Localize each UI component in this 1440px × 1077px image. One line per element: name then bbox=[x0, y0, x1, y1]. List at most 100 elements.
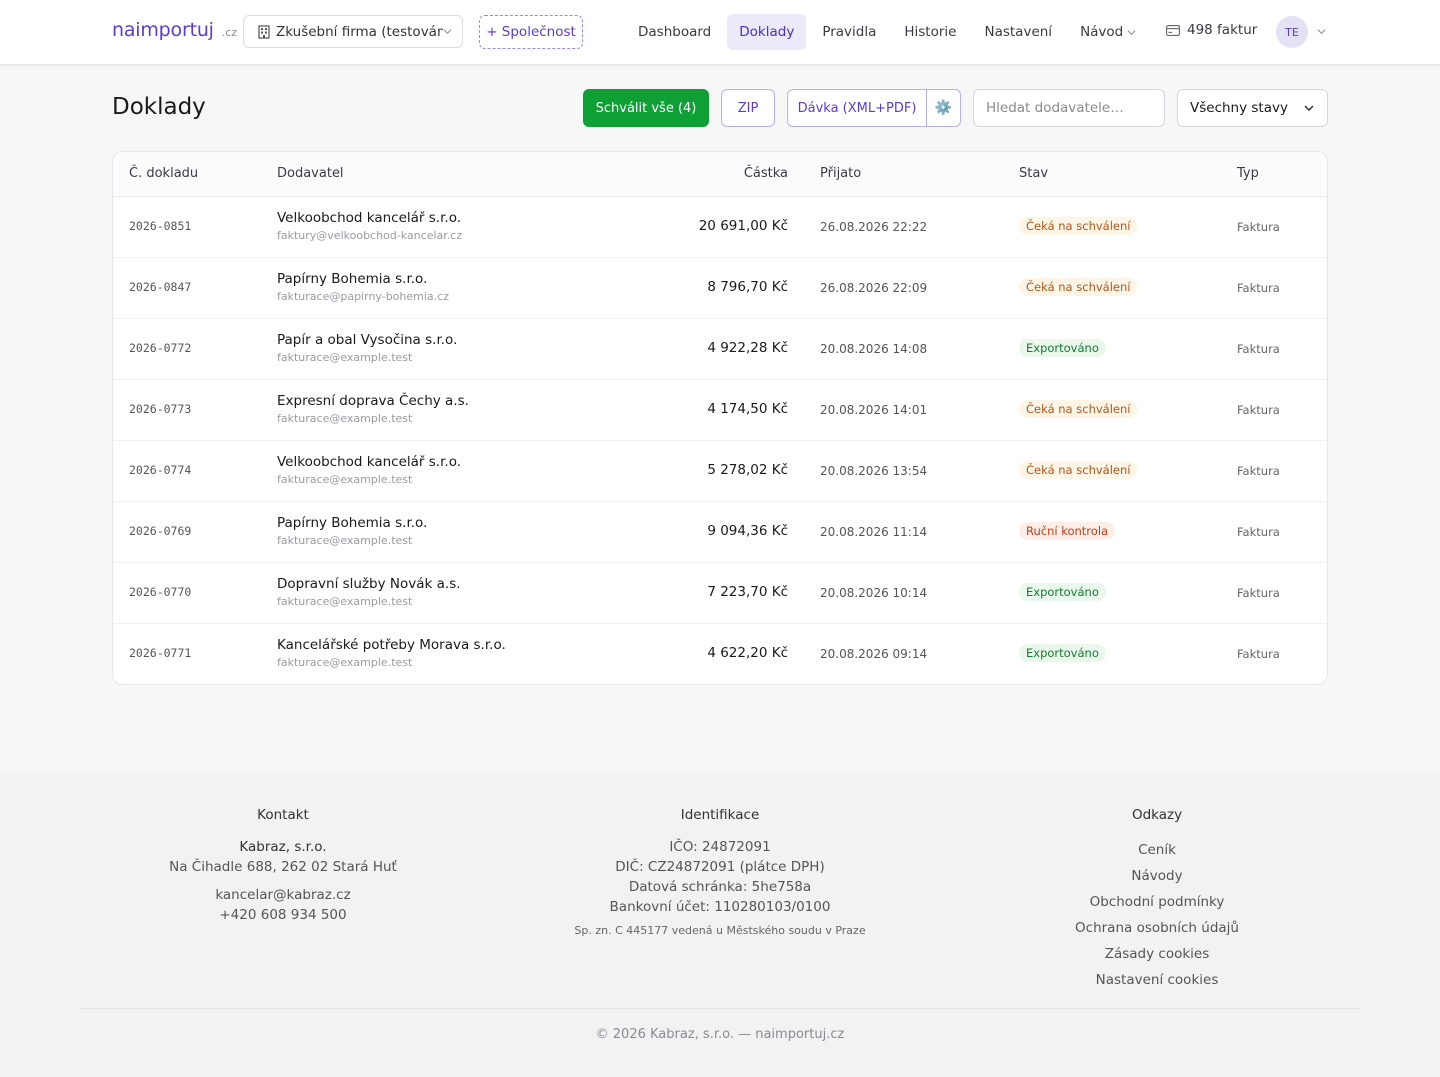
amount: 9 094,36 Kč bbox=[707, 523, 788, 539]
invoice-count: 498 faktur bbox=[1166, 22, 1257, 38]
document-type: Faktura bbox=[1237, 647, 1280, 661]
footer-contact: Kontakt Kabraz, s.r.o. Na Čihadle 688, 2… bbox=[133, 807, 433, 925]
nav-historie[interactable]: Historie bbox=[892, 14, 968, 50]
col-received[interactable]: Přijato bbox=[820, 166, 861, 181]
invoice-count-label: 498 faktur bbox=[1187, 22, 1258, 38]
copyright: © 2026 Kabraz, s.r.o. — naimportuj.cz bbox=[595, 1027, 845, 1042]
page-title: Doklady bbox=[112, 94, 206, 120]
footer-dic: DIČ: CZ24872091 (plátce DPH) bbox=[615, 859, 825, 875]
supplier-cell: Kancelářské potřeby Morava s.r.o. faktura… bbox=[277, 637, 506, 669]
company-name: Zkušební firma (testování) bbox=[276, 23, 443, 40]
nav-navod[interactable]: Návod bbox=[1068, 14, 1148, 50]
doc-number[interactable]: 2026-0771 bbox=[129, 646, 191, 660]
nav-dashboard[interactable]: Dashboard bbox=[626, 14, 723, 50]
footer-link-pricing[interactable]: Ceník bbox=[1007, 837, 1307, 863]
nav-doklady[interactable]: Doklady bbox=[727, 14, 807, 50]
supplier-name: Papír a obal Vysočina s.r.o. bbox=[277, 332, 458, 348]
building-icon bbox=[258, 24, 270, 39]
table-row[interactable]: 2026-0851 Velkoobchod kancelář s.r.o. fakt… bbox=[113, 197, 1327, 258]
col-amount[interactable]: Částka bbox=[744, 166, 788, 181]
footer-phone-link[interactable]: +420 608 934 500 bbox=[133, 905, 433, 925]
supplier-name: Kancelářské potřeby Morava s.r.o. bbox=[277, 637, 506, 653]
col-type[interactable]: Typ bbox=[1237, 166, 1259, 181]
nav-nastaveni[interactable]: Nastavení bbox=[972, 14, 1064, 50]
document-type: Faktura bbox=[1237, 281, 1280, 295]
search-input[interactable] bbox=[973, 89, 1165, 127]
status-filter-select[interactable]: Všechny stavy bbox=[1177, 89, 1328, 127]
status-badge: Ruční kontrola bbox=[1019, 522, 1116, 540]
approve-all-button[interactable]: Schválit vše (4) bbox=[583, 89, 709, 127]
footer-link-cookie-settings[interactable]: Nastavení cookies bbox=[1007, 967, 1307, 993]
supplier-email: fakturace@example.test bbox=[277, 595, 413, 608]
supplier-cell: Papír a obal Vysočina s.r.o. fakturace@ex… bbox=[277, 332, 457, 364]
col-status[interactable]: Stav bbox=[1019, 166, 1048, 181]
documents-table: Č. dokladu Dodavatel Částka Přijato Stav… bbox=[112, 151, 1328, 685]
credit-card-icon bbox=[1166, 24, 1180, 36]
gear-icon[interactable]: ⚙️ bbox=[927, 90, 960, 126]
chevron-down-icon[interactable] bbox=[1317, 27, 1326, 36]
document-type: Faktura bbox=[1237, 525, 1280, 539]
batch-export-button[interactable]: Dávka (XML+PDF) bbox=[788, 90, 927, 126]
doc-number[interactable]: 2026-0770 bbox=[129, 585, 191, 599]
supplier-name: Dopravní služby Novák a.s. bbox=[277, 576, 461, 592]
zip-button[interactable]: ZIP bbox=[721, 89, 775, 127]
nav-pravidla[interactable]: Pravidla bbox=[810, 14, 888, 50]
footer-email-link[interactable]: kancelar@kabraz.cz bbox=[133, 885, 433, 905]
table-row[interactable]: 2026-0847 Papírny Bohemia s.r.o. fakturace… bbox=[113, 258, 1327, 319]
footer-contact-heading: Kontakt bbox=[257, 807, 309, 823]
supplier-cell: Velkoobchod kancelář s.r.o. faktury@velko… bbox=[277, 210, 462, 242]
received-date: 20.08.2026 11:14 bbox=[820, 525, 928, 539]
received-date: 20.08.2026 09:14 bbox=[820, 647, 928, 661]
table-row[interactable]: 2026-0773 Expresní doprava Čechy a.s. fakt… bbox=[113, 380, 1327, 441]
footer-link-guides[interactable]: Návody bbox=[1007, 863, 1307, 889]
footer-link-privacy[interactable]: Ochrana osobních údajů bbox=[1007, 915, 1307, 941]
brand-logo[interactable]: naimportuj .cz bbox=[112, 19, 237, 41]
status-badge: Exportováno bbox=[1019, 583, 1106, 601]
supplier-cell: Dopravní služby Novák a.s. fakturace@exam… bbox=[277, 576, 461, 608]
doc-number[interactable]: 2026-0851 bbox=[129, 219, 191, 233]
col-supplier[interactable]: Dodavatel bbox=[277, 166, 344, 181]
status-badge: Exportováno bbox=[1019, 339, 1106, 357]
chevron-down-icon bbox=[1304, 105, 1314, 112]
doc-number[interactable]: 2026-0774 bbox=[129, 463, 191, 477]
company-select[interactable]: Zkušební firma (testování) bbox=[243, 15, 463, 48]
doc-number[interactable]: 2026-0772 bbox=[129, 341, 191, 355]
footer-link-cookie-policy[interactable]: Zásady cookies bbox=[1007, 941, 1307, 967]
footer-identification-heading: Identifikace bbox=[680, 807, 760, 823]
status-badge: Čeká na schválení bbox=[1019, 217, 1138, 235]
table-body: 2026-0851 Velkoobchod kancelář s.r.o. fakt… bbox=[113, 197, 1327, 684]
add-company-button[interactable]: + Společnost bbox=[479, 15, 583, 49]
brand-name[interactable]: naimportuj bbox=[112, 19, 214, 41]
supplier-email: fakturace@example.test bbox=[277, 473, 413, 486]
supplier-name: Velkoobchod kancelář s.r.o. bbox=[277, 210, 462, 226]
document-type: Faktura bbox=[1237, 464, 1280, 478]
amount: 4 174,50 Kč bbox=[707, 401, 788, 417]
avatar[interactable]: TE bbox=[1276, 16, 1308, 48]
col-doc-number[interactable]: Č. dokladu bbox=[129, 166, 198, 181]
amount: 4 922,28 Kč bbox=[707, 340, 788, 356]
chevron-down-icon bbox=[443, 29, 452, 35]
table-row[interactable]: 2026-0769 Papírny Bohemia s.r.o. fakturace… bbox=[113, 502, 1327, 563]
table-row[interactable]: 2026-0770 Dopravní služby Novák a.s. faktu… bbox=[113, 563, 1327, 624]
supplier-name: Papírny Bohemia s.r.o. bbox=[277, 515, 428, 531]
doc-number[interactable]: 2026-0847 bbox=[129, 280, 191, 294]
amount: 20 691,00 Kč bbox=[698, 218, 788, 234]
supplier-name: Velkoobchod kancelář s.r.o. bbox=[277, 454, 462, 470]
supplier-cell: Papírny Bohemia s.r.o. fakturace@example.… bbox=[277, 515, 427, 547]
amount: 7 223,70 Kč bbox=[707, 584, 788, 600]
footer-divider bbox=[80, 1008, 1360, 1009]
top-navbar: naimportuj .cz Zkušební firma (testování… bbox=[0, 0, 1440, 65]
footer-databox: Datová schránka: 5he758a bbox=[628, 879, 812, 895]
document-type: Faktura bbox=[1237, 220, 1280, 234]
doc-number[interactable]: 2026-0769 bbox=[129, 524, 191, 538]
footer-link-terms[interactable]: Obchodní podmínky bbox=[1007, 889, 1307, 915]
doc-number[interactable]: 2026-0773 bbox=[129, 402, 191, 416]
main-nav: Dashboard Doklady Pravidla Historie Nast… bbox=[626, 14, 1152, 50]
table-row[interactable]: 2026-0774 Velkoobchod kancelář s.r.o. fakt… bbox=[113, 441, 1327, 502]
document-type: Faktura bbox=[1237, 403, 1280, 417]
table-row[interactable]: 2026-0772 Papír a obal Vysočina s.r.o. fak… bbox=[113, 319, 1327, 380]
table-row[interactable]: 2026-0771 Kancelářské potřeby Morava s.r.… bbox=[113, 624, 1327, 684]
received-date: 20.08.2026 14:01 bbox=[820, 403, 928, 417]
supplier-cell: Papírny Bohemia s.r.o. fakturace@papirny-… bbox=[277, 271, 449, 303]
footer-bank-account: Bankovní účet: 110280103/0100 bbox=[609, 899, 831, 915]
